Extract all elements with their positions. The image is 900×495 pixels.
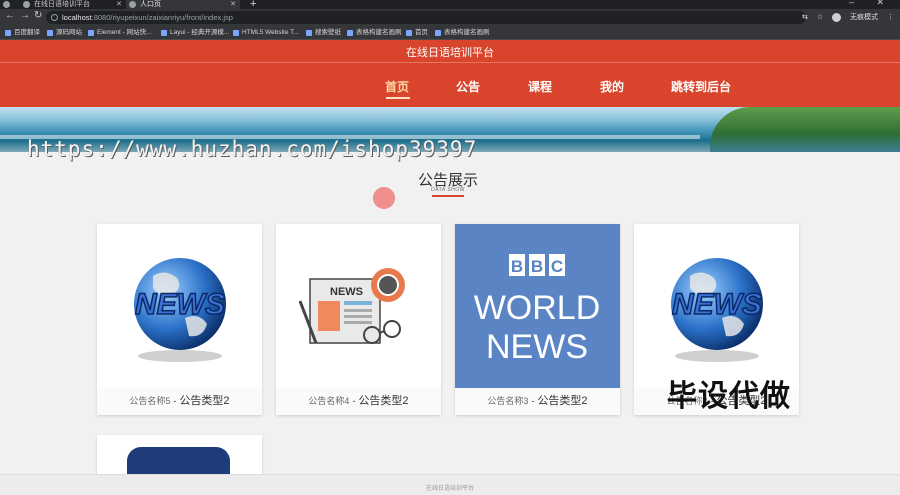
bookmark-item[interactable]: HTML5 Website T... — [233, 26, 299, 40]
footer-text: 在线日语培训平台 — [425, 486, 474, 492]
menu-icon[interactable]: ⋮ — [887, 14, 894, 21]
translate-icon[interactable]: ⇆ — [802, 14, 808, 21]
bookmark-icon — [306, 30, 312, 36]
nav-courses[interactable]: 课程 — [528, 78, 552, 95]
svg-text:NEWS: NEWS — [672, 288, 762, 321]
url-input[interactable]: localhost:8080/riyupeixun/zaixianriyu/fr… — [46, 11, 806, 24]
section-subtitle: DATA SHOW — [431, 187, 465, 193]
bookmark-icon — [435, 30, 441, 36]
svg-text:NEWS: NEWS — [486, 328, 588, 366]
site-header: 在线日语培训平台 首页 公告 课程 我的 跳转到后台 — [0, 40, 900, 107]
card-type: 公告类型2 — [358, 395, 409, 407]
bookmark-item[interactable]: Layui - 经典开源模... — [161, 26, 229, 40]
browser-tab-2[interactable]: 人口页 ✕ — [126, 0, 240, 9]
svg-text:B: B — [531, 257, 543, 276]
toolbar-right: ⇆ ☆ 无痕模式 ⋮ — [795, 11, 894, 24]
news-globe-icon: NEWS — [670, 258, 763, 362]
cursor-highlight — [373, 187, 395, 209]
close-icon[interactable]: ✕ — [230, 0, 236, 9]
nav-announcements[interactable]: 公告 — [456, 78, 480, 95]
svg-text:NEWS: NEWS — [330, 286, 363, 298]
nav-active-indicator — [386, 97, 410, 99]
back-icon[interactable]: ← — [5, 10, 15, 21]
browser-tab-1[interactable]: 在线日语培训平台 ✕ — [20, 0, 126, 9]
announcement-card[interactable]: NEWS 公告名称5- 公告类型2 — [97, 224, 262, 415]
bookmark-item[interactable]: 源码网站 — [47, 26, 82, 40]
bookmark-item[interactable]: 表格构建名画刷 — [435, 26, 490, 40]
close-icon[interactable]: ✕ — [116, 0, 122, 9]
site-footer: 在线日语培训平台 — [0, 474, 900, 495]
bookmark-item[interactable]: 首页 — [406, 26, 428, 40]
announcement-card[interactable]: B B C WORLD NEWS 公告名称3- 公告类型2 — [455, 224, 620, 415]
bookmark-icon — [47, 30, 53, 36]
info-icon — [51, 14, 58, 21]
bookmark-item[interactable]: 搜索壁纸 — [306, 26, 341, 40]
browser-address-bar: ← → ↻ localhost:8080/riyupeixun/zaixianr… — [0, 9, 900, 26]
bbc-logo-icon: B B C WORLD NEWS — [474, 254, 601, 366]
star-icon[interactable]: ☆ — [817, 14, 823, 21]
web-page: 在线日语培训平台 首页 公告 课程 我的 跳转到后台 https://www.h… — [0, 40, 900, 495]
bookmark-icon — [161, 30, 167, 36]
bookmark-icon — [5, 30, 11, 36]
card-caption: 公告名称4- 公告类型2 — [276, 388, 441, 415]
header-divider — [0, 62, 900, 63]
svg-text:B: B — [511, 257, 523, 276]
card-name: 公告名称4 — [308, 396, 350, 406]
browser-tab-strip: 在线日语培训平台 ✕ 人口页 ✕ + – ✕ — [0, 0, 900, 10]
section-underline — [432, 195, 464, 197]
nav-admin[interactable]: 跳转到后台 — [671, 78, 731, 95]
globe-icon — [3, 1, 10, 8]
nav-mine[interactable]: 我的 — [600, 78, 624, 95]
card-image: NEWS — [634, 224, 799, 388]
bookmark-icon — [233, 30, 239, 36]
card-image: B B C WORLD NEWS — [455, 224, 620, 388]
bookmark-icon — [347, 30, 353, 36]
card-type: 公告类型2 — [179, 395, 230, 407]
announcement-card[interactable]: NEWS 公告名称4- 公告类型2 — [276, 224, 441, 415]
bookmark-item[interactable]: Element - 网站快... — [88, 26, 152, 40]
watermark: https://www.huzhan.com/ishop39397 — [27, 137, 478, 161]
site-title: 在线日语培训平台 — [406, 47, 494, 59]
card-image: NEWS — [276, 224, 441, 388]
bookmark-icon — [406, 30, 412, 36]
svg-text:NEWS: NEWS — [135, 288, 225, 321]
card-type: 公告类型2 — [537, 395, 588, 407]
card-name: 公告名称5 — [129, 396, 171, 406]
stamp-overlay: 毕设代做 — [667, 380, 791, 413]
nav-home[interactable]: 首页 — [385, 78, 409, 95]
news-globe-icon: NEWS — [133, 258, 226, 362]
reload-icon[interactable]: ↻ — [34, 10, 42, 21]
card-caption: 公告名称5- 公告类型2 — [97, 388, 262, 415]
newspaper-icon: NEWS — [298, 268, 405, 344]
globe-icon — [129, 1, 136, 8]
card-image: NEWS — [97, 224, 262, 388]
svg-text:C: C — [551, 257, 563, 276]
bookmark-item[interactable]: 百度翻译 — [5, 26, 40, 40]
bookmark-icon — [88, 30, 94, 36]
banner-island — [710, 107, 900, 152]
profile-label: 无痕模式 — [850, 14, 879, 21]
avatar[interactable] — [832, 12, 842, 22]
globe-icon — [23, 1, 30, 8]
browser-tab-pinned[interactable] — [0, 0, 20, 9]
card-name: 公告名称3 — [487, 396, 529, 406]
window-controls[interactable]: – ✕ — [849, 0, 894, 8]
svg-text:WORLD: WORLD — [474, 289, 601, 327]
forward-icon[interactable]: → — [20, 10, 30, 21]
card-caption: 公告名称3- 公告类型2 — [455, 388, 620, 415]
bookmark-item[interactable]: 表格构建名画刷 — [347, 26, 402, 40]
bookmarks-bar: 百度翻译 源码网站 Element - 网站快... Layui - 经典开源模… — [0, 26, 900, 40]
